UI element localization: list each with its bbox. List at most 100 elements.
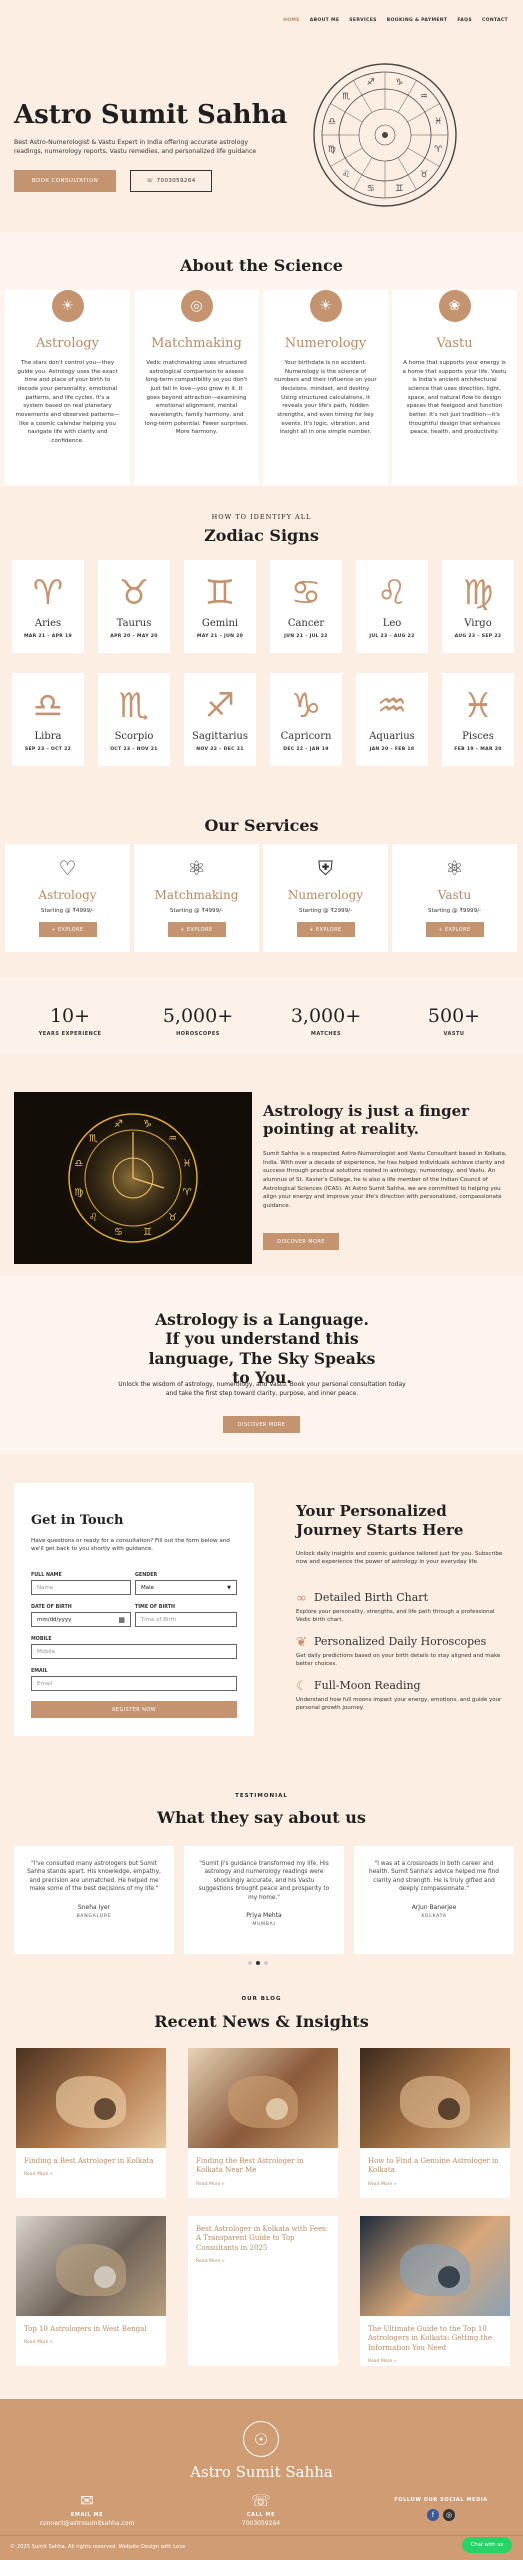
feature-text: Explore your personality, strengths, and… [296, 1609, 495, 1624]
service-price: Starting @ ₹2999/- [298, 908, 353, 914]
blog-thumbnail[interactable] [188, 2048, 338, 2148]
testimonial-city: KOLKATA [421, 1913, 447, 1919]
zodiac-dates: AUG 23 – SEP 22 [454, 634, 502, 639]
read-more-link[interactable]: Read More » [16, 2334, 166, 2345]
service-explore-button[interactable]: + EXPLORE [38, 922, 97, 937]
register-button[interactable]: REGISTER NOW [31, 1701, 237, 1718]
hero-subtitle: Best Astro-Numerologist & Vastu Expert i… [14, 139, 257, 156]
nav-faqs[interactable]: FAQS [452, 16, 477, 25]
read-more-link[interactable]: Read More » [188, 2253, 338, 2264]
contact-form-card: Get in Touch Have questions or ready for… [14, 1483, 254, 1736]
gender-select[interactable]: Male ▼ [135, 1580, 237, 1595]
language-discover-button[interactable]: DISCOVER MORE [223, 1416, 300, 1433]
blog-post-title[interactable]: Top 10 Astrologers in West Bengal [16, 2316, 166, 2334]
whatsapp-chat-button[interactable]: Chat with us [462, 2537, 512, 2553]
blog-thumbnail[interactable] [16, 2048, 166, 2148]
blog-post-title[interactable]: The Ultimate Guide to the Top 10 Astrolo… [360, 2316, 510, 2353]
about-title: Astrology is just a finger pointing at r… [263, 1102, 470, 1138]
stat-value: 500+ [427, 1005, 481, 1027]
aquarius-icon: ♒ [376, 686, 408, 726]
testimonial-card: "I was at a crossroads in both career an… [354, 1846, 514, 1954]
blog-post-title[interactable]: Best Astrologer in Kolkata with Fees: A … [188, 2216, 338, 2253]
phone-button[interactable]: ☏ 7003059264 [130, 170, 212, 192]
read-more-link[interactable]: Read More » [360, 2353, 510, 2364]
instagram-icon[interactable]: ◎ [443, 2509, 455, 2521]
full-name-label: FULL NAME [31, 1573, 62, 1578]
zodiac-card[interactable]: ♎ Libra SEP 23 – OCT 22 [12, 673, 84, 766]
blog-post-title[interactable]: Finding a Best Astrologer in Kolkata [16, 2148, 166, 2166]
nav-services[interactable]: SERVICES [344, 16, 381, 25]
service-explore-button[interactable]: + EXPLORE [425, 922, 484, 937]
zodiac-card[interactable]: ♒ Aquarius JAN 20 – FEB 18 [356, 673, 428, 766]
blog-card[interactable]: Finding the Best Astrologer in Kolkata N… [188, 2048, 338, 2198]
read-more-link[interactable]: Read More » [16, 2166, 166, 2177]
carousel-dot-active[interactable] [256, 1961, 260, 1965]
moon-icon: ☾ [296, 1679, 308, 1694]
nav-booking[interactable]: BOOKING & PAYMENT [382, 16, 453, 25]
svg-text:♈: ♈ [434, 145, 443, 155]
blog-card[interactable]: Top 10 Astrologers in West Bengal Read Mo… [16, 2216, 166, 2366]
service-title: Matchmaking [154, 888, 239, 902]
blog-card[interactable]: Finding a Best Astrologer in Kolkata Read… [16, 2048, 166, 2198]
blog-thumbnail[interactable] [16, 2216, 166, 2316]
facebook-icon[interactable]: f [427, 2509, 439, 2521]
atom-icon: ⚛ [187, 856, 206, 880]
zodiac-card[interactable]: ♉ Taurus APR 20 – MAY 20 [98, 560, 170, 653]
zodiac-card[interactable]: ♓ Pisces FEB 19 – MAR 20 [442, 673, 514, 766]
about-discover-button[interactable]: DISCOVER MORE [263, 1233, 339, 1250]
footer-email-link[interactable]: connect@astrosumitsahha.com [22, 2520, 152, 2527]
blog-card[interactable]: The Ultimate Guide to the Top 10 Astrolo… [360, 2216, 510, 2366]
email-input[interactable]: Email [31, 1676, 237, 1691]
zodiac-card[interactable]: ♈ Aries MAR 21 – APR 19 [12, 560, 84, 653]
phone-icon: ☏ [146, 178, 154, 184]
zodiac-card[interactable]: ♍ Virgo AUG 23 – SEP 22 [442, 560, 514, 653]
science-card-text: Your birthdate is no accident. Numerolog… [274, 360, 377, 436]
zodiac-card[interactable]: ♊ Gemini MAY 21 – JUN 20 [184, 560, 256, 653]
zodiac-card[interactable]: ♑ Capricorn DEC 22 – JAN 19 [270, 673, 342, 766]
read-more-link[interactable]: Read More » [188, 2176, 338, 2187]
blog-thumbnail[interactable] [360, 2216, 510, 2316]
feature-text: Understand how full moons impact your en… [296, 1697, 502, 1712]
tob-input[interactable]: Time of Birth [135, 1612, 237, 1627]
footer-phone-link[interactable]: 7003059264 [196, 2520, 326, 2527]
testimonial-author: Arjun Banerjee [411, 1903, 457, 1911]
stat-value: 3,000+ [290, 1005, 362, 1027]
read-more-link[interactable]: Read More » [360, 2176, 510, 2187]
nav-home[interactable]: HOME [278, 16, 305, 25]
zodiac-card[interactable]: ♋ Cancer JUN 21 – JUL 22 [270, 560, 342, 653]
virgo-icon: ♍ [462, 573, 494, 613]
zodiac-card[interactable]: ♐ Sagittarius NOV 22 – DEC 21 [184, 673, 256, 766]
blog-post-title[interactable]: Finding the Best Astrologer in Kolkata N… [188, 2148, 338, 2176]
zodiac-card[interactable]: ♌ Leo JUL 23 – AUG 22 [356, 560, 428, 653]
full-name-input[interactable]: Name [31, 1580, 131, 1595]
blog-thumbnail[interactable] [360, 2048, 510, 2148]
dob-input[interactable]: mm/dd/yyyy ▦ [31, 1612, 131, 1627]
nav-about[interactable]: ABOUT ME [305, 16, 345, 25]
mobile-input[interactable]: Mobile [31, 1644, 237, 1659]
zodiac-dates: APR 20 – MAY 20 [110, 634, 158, 639]
nav-contact[interactable]: CONTACT [477, 16, 513, 25]
zodiac-title: Zodiac Signs [204, 526, 319, 545]
svg-text:♈: ♈ [183, 1187, 192, 1198]
service-price: Starting @ ₹9999/- [427, 908, 482, 914]
blog-post-title[interactable]: How to Find a Genuine Astrologer in Kolk… [360, 2148, 510, 2176]
service-explore-button[interactable]: + EXPLORE [167, 922, 226, 937]
book-consultation-button[interactable]: BOOK CONSULTATION [14, 170, 116, 192]
blog-card[interactable]: Best Astrologer in Kolkata with Fees: A … [188, 2216, 338, 2366]
testimonial-title: What they say about us [157, 1808, 366, 1827]
carousel-dot[interactable] [248, 1961, 252, 1965]
carousel-dot[interactable] [264, 1961, 268, 1965]
service-explore-button[interactable]: + EXPLORE [296, 922, 355, 937]
science-card-text: A home that supports your energy is a ho… [402, 360, 507, 436]
science-card: ◎ Matchmaking Vedic matchmaking uses struc… [134, 290, 259, 485]
zodiac-card[interactable]: ♏ Scorpio OCT 23 – NOV 21 [98, 673, 170, 766]
blog-card[interactable]: How to Find a Genuine Astrologer in Kolk… [360, 2048, 510, 2198]
feature-title: Personalized Daily Horoscopes [314, 1635, 487, 1648]
stat-label: YEARS EXPERIENCE [38, 1031, 102, 1037]
blog-thumbnail-shape [400, 2076, 470, 2128]
blog-thumbnail-shape [228, 2076, 298, 2128]
rings-icon: ◎ [180, 290, 213, 322]
science-title: About the Science [180, 256, 343, 275]
phone-label: 7003059264 [156, 178, 196, 184]
zodiac-wheel-image: ♈ ♉ ♊ ♋ ♌ ♍ ♎ ♏ ♐ ♑ ♒ ♓ [313, 63, 457, 207]
